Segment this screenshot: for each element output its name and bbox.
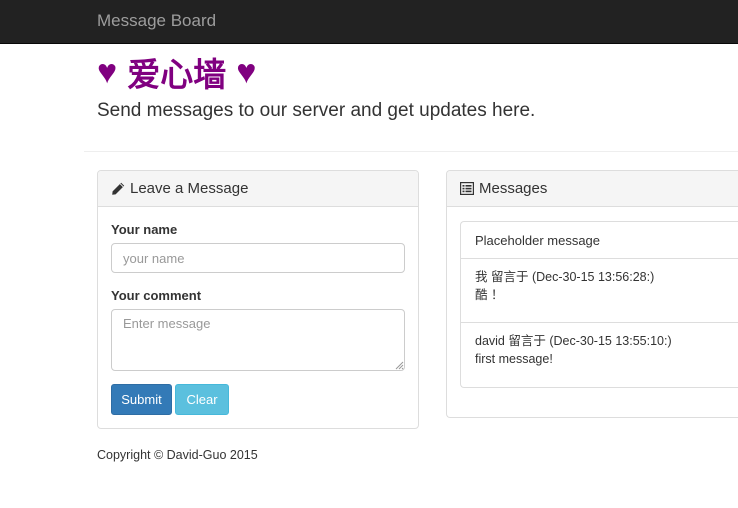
pencil-icon bbox=[111, 182, 125, 196]
messages-list: Placeholder message 我 留言于 (Dec-30-15 13:… bbox=[460, 221, 738, 388]
leave-message-title: Leave a Message bbox=[130, 180, 249, 197]
navbar: Message Board bbox=[0, 0, 738, 44]
footer-copyright: Copyright © David-Guo 2015 bbox=[97, 448, 258, 462]
messages-title: Messages bbox=[479, 180, 548, 197]
heart-icon: ♥ bbox=[236, 53, 257, 91]
leave-message-heading: Leave a Message bbox=[98, 171, 418, 207]
page-subtitle: Send messages to our server and get upda… bbox=[97, 100, 536, 121]
name-label: Your name bbox=[111, 222, 178, 237]
messages-panel: Messages Placeholder message 我 留言于 (Dec-… bbox=[446, 170, 738, 418]
resize-handle-icon[interactable] bbox=[395, 361, 404, 370]
comment-textarea[interactable] bbox=[111, 309, 405, 371]
navbar-brand[interactable]: Message Board bbox=[97, 11, 216, 31]
message-meta: 我 留言于 (Dec-30-15 13:56:28:) bbox=[475, 270, 655, 284]
message-item: david 留言于 (Dec-30-15 13:55:10:) first me… bbox=[461, 323, 738, 387]
message-meta: david 留言于 (Dec-30-15 13:55:10:) bbox=[475, 334, 672, 348]
name-input[interactable] bbox=[111, 243, 405, 273]
message-text: first message! bbox=[475, 352, 553, 366]
list-alt-icon bbox=[460, 182, 474, 195]
message-text: 酷 ！ bbox=[475, 288, 504, 302]
messages-placeholder: Placeholder message bbox=[461, 222, 738, 259]
message-item: 我 留言于 (Dec-30-15 13:56:28:) 酷 ！ bbox=[461, 259, 738, 323]
page-title-text: 爱心墙 bbox=[127, 55, 227, 94]
submit-button[interactable]: Submit bbox=[111, 384, 172, 415]
comment-label: Your comment bbox=[111, 288, 202, 303]
leave-message-panel: Leave a Message Your name Your comment S… bbox=[97, 170, 419, 429]
heart-icon: ♥ bbox=[97, 53, 118, 91]
clear-button[interactable]: Clear bbox=[175, 384, 229, 415]
header-divider bbox=[84, 151, 738, 152]
page-title: ♥ 爱心墙 ♥ bbox=[97, 50, 256, 94]
messages-heading: Messages bbox=[447, 171, 738, 207]
